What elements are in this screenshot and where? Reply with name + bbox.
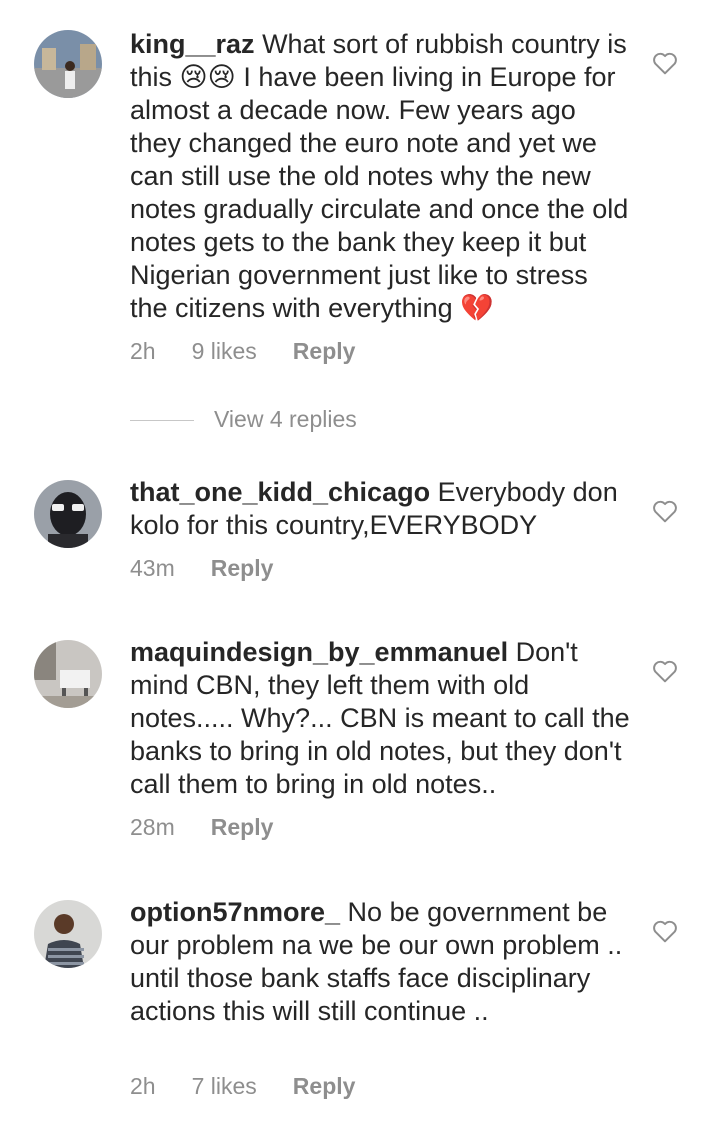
avatar-image [34,640,102,708]
reply-button[interactable]: Reply [293,1073,356,1099]
heart-outline-icon[interactable] [652,499,678,523]
comment-username[interactable]: king__raz [130,29,255,59]
comment-username[interactable]: option57nmore_ [130,897,340,927]
heart-outline-icon[interactable] [652,51,678,75]
comment-text-block: king__raz What sort of rubbish country i… [130,28,630,325]
comment-meta: 2h 7 likes Reply [130,1073,391,1100]
view-replies-button[interactable]: View 4 replies [130,406,357,436]
avatar[interactable] [34,30,102,98]
comment-username[interactable]: maquindesign_by_emmanuel [130,637,508,667]
heart-outline-icon[interactable] [652,659,678,683]
avatar-image [34,900,102,968]
avatar[interactable] [34,480,102,548]
comment-time: 2h [130,338,156,364]
comment-likes[interactable]: 9 likes [192,338,257,364]
reply-button[interactable]: Reply [211,555,274,581]
comment-meta: 43m Reply [130,555,309,582]
comment-body: What sort of rubbish country is this 😢😢 … [130,29,629,323]
divider-line [130,420,194,422]
reply-button[interactable]: Reply [293,338,356,364]
avatar-image [34,30,102,98]
heart-outline-icon[interactable] [652,919,678,943]
comment-likes[interactable]: 7 likes [192,1073,257,1099]
comment-username[interactable]: that_one_kidd_chicago [130,477,430,507]
avatar[interactable] [34,900,102,968]
comment-time: 2h [130,1073,156,1099]
comment-text-block: option57nmore_ No be government be our p… [130,896,630,1028]
comment-text-block: maquindesign_by_emmanuel Don't mind CBN,… [130,636,630,801]
comment-time: 28m [130,814,175,840]
comment-meta: 28m Reply [130,814,309,841]
comment-meta: 2h 9 likes Reply [130,338,391,365]
comment-time: 43m [130,555,175,581]
comment-text-block: that_one_kidd_chicago Everybody don kolo… [130,476,630,542]
reply-button[interactable]: Reply [211,814,274,840]
avatar[interactable] [34,640,102,708]
avatar-image [34,480,102,548]
view-replies-label: View 4 replies [214,406,357,432]
